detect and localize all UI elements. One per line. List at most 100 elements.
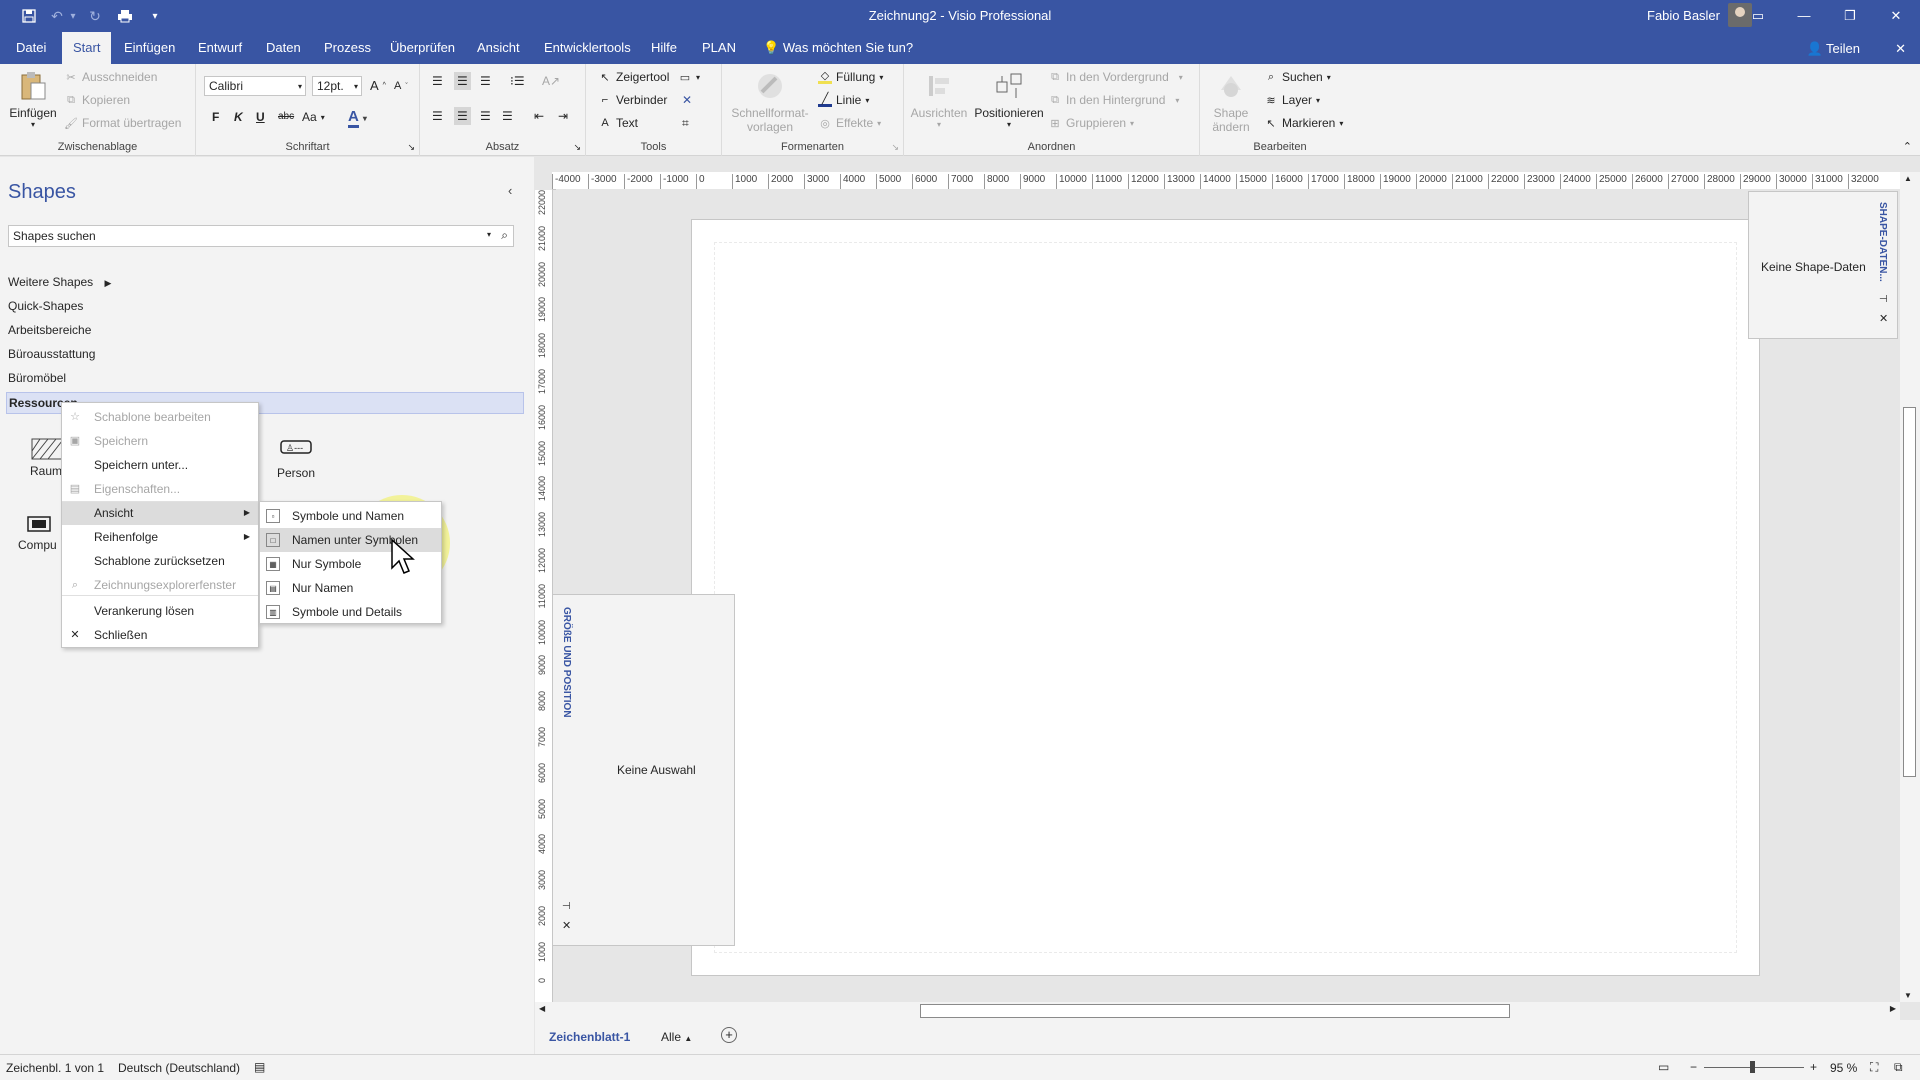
connection-point-icon[interactable]: ✕ (682, 93, 692, 107)
scroll-right-icon[interactable]: ▶ (1890, 1004, 1896, 1013)
zoom-out-icon[interactable]: − (1690, 1060, 1697, 1074)
stencil-item[interactable]: Büromöbel (8, 371, 66, 385)
change-case-button[interactable]: Aa ▾ (302, 110, 325, 124)
macro-record-icon[interactable]: ▤ (254, 1060, 265, 1074)
crop-icon[interactable]: ⌗ (682, 116, 689, 131)
horizontal-scroll-thumb[interactable] (920, 1004, 1510, 1018)
copy-button[interactable]: ⧉ Kopieren (64, 93, 130, 107)
tab-ueberpruefen[interactable]: Überprüfen (379, 32, 466, 64)
add-sheet-icon[interactable]: + (721, 1027, 737, 1043)
zoom-slider-thumb[interactable] (1750, 1061, 1755, 1073)
align-right-icon[interactable]: ☰ (480, 109, 491, 123)
shape-styles-dialog-launcher-icon[interactable]: ↘ (891, 142, 899, 153)
align-bottom-icon[interactable]: ☰ (480, 74, 491, 88)
shapes-search-input[interactable]: Shapes suchen ▾ ⌕ (8, 225, 514, 247)
send-to-back-button[interactable]: ⧉ In den Hintergrund ▾ (1048, 93, 1179, 107)
line-button[interactable]: ╱ Linie ▾ (818, 93, 869, 107)
language-indicator[interactable]: Deutsch (Deutschland) (118, 1061, 240, 1075)
bullets-icon[interactable]: ⁝☰ (510, 74, 525, 88)
shrink-font-icon[interactable]: Aˇ (394, 80, 408, 92)
stencil-item[interactable]: Arbeitsbereiche (8, 323, 91, 337)
format-painter-button[interactable]: 🖌 Format übertragen (64, 116, 181, 130)
search-icon[interactable]: ⌕ (501, 228, 508, 243)
align-top-icon[interactable]: ☰ (432, 74, 443, 88)
position-button[interactable]: Positionieren ▾ (972, 70, 1046, 129)
context-menu-item[interactable]: ☆ Schablone bearbeiten (62, 405, 258, 429)
zoom-in-icon[interactable]: + (1810, 1060, 1817, 1074)
scroll-down-icon[interactable]: ▼ (1904, 991, 1912, 1000)
customize-toolbar-icon[interactable]: ▾ (144, 6, 166, 26)
close-icon[interactable]: ✕ (1876, 4, 1916, 28)
view-submenu-item[interactable]: ▫ Symbole und Namen (260, 504, 441, 528)
stencil-item[interactable]: Quick-Shapes (8, 299, 83, 313)
font-color-button[interactable]: A ▾ (348, 108, 367, 128)
stencil-item[interactable]: Büroausstattung (8, 347, 95, 361)
bold-button[interactable]: F (212, 110, 219, 124)
tab-daten[interactable]: Daten (255, 32, 312, 64)
collapse-pane-icon[interactable]: ‹ (508, 183, 512, 198)
scroll-up-icon[interactable]: ▲ (1904, 174, 1912, 183)
cut-button[interactable]: ✂ Ausschneiden (64, 70, 157, 84)
decrease-indent-icon[interactable]: ⇤ (534, 109, 544, 123)
context-menu-item[interactable]: Speichern unter... (62, 453, 258, 477)
font-dialog-launcher-icon[interactable]: ↘ (407, 142, 415, 153)
shape-person[interactable]: ♙--- Person (270, 437, 322, 480)
increase-indent-icon[interactable]: ⇥ (558, 109, 568, 123)
tab-start[interactable]: Start (62, 32, 112, 64)
quick-styles-button[interactable]: Schnellformat- vorlagen (728, 70, 812, 134)
context-menu-item[interactable]: ▤ Eigenschaften... (62, 477, 258, 501)
pin-icon[interactable]: ⊣ (1879, 294, 1888, 305)
print-icon[interactable] (114, 6, 136, 26)
change-shape-button[interactable]: Shape ändern (1206, 70, 1256, 134)
pointer-tool-button[interactable]: ↖ Zeigertool (598, 70, 669, 84)
collapse-ribbon-icon[interactable]: ⌃ (1903, 140, 1912, 153)
tab-prozess[interactable]: Prozess (313, 32, 382, 64)
underline-button[interactable]: U (256, 110, 265, 124)
context-menu-item[interactable]: ▣ Speichern (62, 429, 258, 453)
user-name[interactable]: Fabio Basler (1647, 8, 1720, 23)
context-menu-item[interactable]: ⌕ Zeichnungsexplorerfenster (62, 573, 258, 597)
fit-page-icon[interactable]: ⛶ (1870, 1060, 1878, 1075)
tab-einfuegen[interactable]: Einfügen (113, 32, 186, 64)
font-family-select[interactable]: Calibri ▾ (204, 76, 306, 96)
select-button[interactable]: ↖ Markieren ▾ (1264, 116, 1343, 130)
fill-button[interactable]: ◇ Füllung ▾ (818, 70, 883, 84)
search-dropdown-icon[interactable]: ▾ (487, 230, 491, 239)
tab-entwicklertools[interactable]: Entwicklertools (533, 32, 642, 64)
drawing-page[interactable] (691, 219, 1760, 976)
context-menu-item[interactable]: Ansicht ▶ (62, 501, 258, 525)
tab-hilfe[interactable]: Hilfe (640, 32, 688, 64)
grow-font-icon[interactable]: A ^ (370, 78, 386, 93)
align-middle-icon[interactable]: ☰ (454, 72, 471, 90)
stencil-more-shapes[interactable]: Weitere Shapes ▶ (8, 275, 111, 289)
italic-button[interactable]: K (234, 110, 243, 124)
text-tool-button[interactable]: A Text (598, 116, 638, 130)
find-button[interactable]: ⌕ Suchen ▾ (1264, 70, 1331, 84)
align-center-icon[interactable]: ☰ (454, 107, 471, 125)
close-ribbon-icon[interactable]: ✕ (1895, 41, 1906, 57)
all-sheets-button[interactable]: Alle ▲ (661, 1030, 692, 1044)
sheet-tab-active[interactable]: Zeichenblatt-1 (549, 1030, 630, 1044)
context-menu-item[interactable]: ✕ Schließen (62, 623, 258, 647)
zoom-level[interactable]: 95 % (1830, 1061, 1857, 1075)
rotate-text-icon[interactable]: A↗ (542, 74, 560, 88)
scroll-left-icon[interactable]: ◀ (539, 1004, 545, 1013)
vertical-scrollbar[interactable]: ▲ ▼ (1900, 172, 1920, 1002)
layer-button[interactable]: ≋ Layer ▾ (1264, 93, 1320, 107)
minimize-icon[interactable]: — (1784, 4, 1824, 28)
tab-entwurf[interactable]: Entwurf (187, 32, 253, 64)
undo-dropdown-icon[interactable]: ▾ (62, 6, 84, 26)
tab-datei[interactable]: Datei (5, 32, 57, 64)
font-size-select[interactable]: 12pt. ▾ (312, 76, 362, 96)
ribbon-display-options-icon[interactable]: ▭ (1738, 4, 1778, 28)
effects-button[interactable]: ◎ Effekte ▾ (818, 116, 881, 130)
strikethrough-button[interactable]: abc (278, 111, 294, 122)
rectangle-tool-button[interactable]: ▭ ▾ (678, 70, 700, 84)
save-icon[interactable] (18, 6, 40, 26)
tell-me-box[interactable]: 💡 Was möchten Sie tun? (752, 32, 924, 64)
context-menu-item[interactable]: Verankerung lösen (62, 599, 258, 623)
horizontal-scrollbar[interactable]: ◀ ▶ (535, 1002, 1900, 1020)
presentation-mode-icon[interactable]: ▭ (1658, 1060, 1669, 1074)
view-submenu-item[interactable]: ▤ Nur Namen (260, 576, 441, 600)
paste-button[interactable]: Einfügen ▾ (8, 70, 58, 129)
